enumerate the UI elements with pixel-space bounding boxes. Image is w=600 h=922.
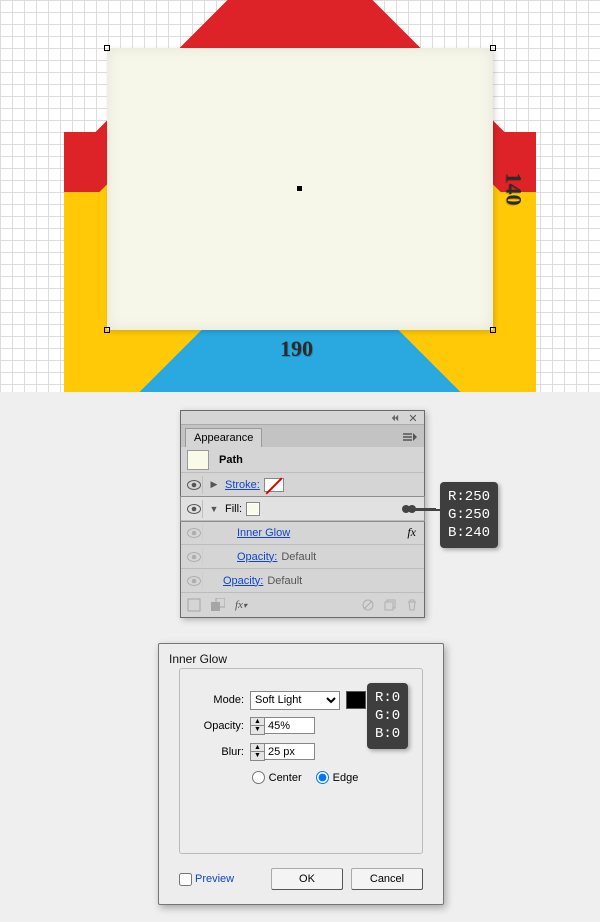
- stroke-fill-icon[interactable]: [211, 598, 225, 612]
- selection-handle-bl[interactable]: [104, 327, 110, 333]
- mode-select[interactable]: Soft Light: [250, 691, 340, 710]
- fx-indicator[interactable]: fx: [407, 525, 416, 540]
- fill-row[interactable]: ▼ Fill:: [181, 497, 424, 521]
- rgb-b: B:0: [375, 725, 400, 743]
- effect-row[interactable]: Inner Glow fx: [181, 521, 424, 545]
- glow-rgb-callout: R:0 G:0 B:0: [367, 683, 408, 749]
- opacity-label: Opacity:: [188, 720, 250, 732]
- stroke-row[interactable]: ▶ Stroke:: [181, 473, 424, 497]
- appearance-rows: Path ▶ Stroke: ▼ Fill: Inner Glow fx: [181, 447, 424, 593]
- clear-icon[interactable]: [362, 599, 374, 611]
- rgb-r: R:0: [375, 689, 400, 707]
- panel-footer: fx▾: [181, 593, 424, 617]
- rgb-g: G:250: [448, 506, 490, 524]
- opacity-input[interactable]: [265, 717, 315, 734]
- selection-handle-tl[interactable]: [104, 45, 110, 51]
- opacity-value: Default: [281, 551, 316, 563]
- stroke-swatch[interactable]: [264, 478, 284, 492]
- opacity-spinner[interactable]: ▲▼: [250, 717, 265, 735]
- effect-label[interactable]: Inner Glow: [237, 527, 290, 539]
- fill-label: Fill:: [225, 503, 242, 515]
- visibility-icon[interactable]: [185, 548, 203, 566]
- object-row[interactable]: Path: [181, 447, 424, 473]
- selection-center[interactable]: [297, 186, 302, 191]
- center-radio[interactable]: Center: [252, 771, 302, 784]
- visibility-icon[interactable]: [185, 500, 203, 518]
- collapse-icon[interactable]: ▼: [209, 504, 219, 514]
- rgb-b: B:240: [448, 524, 490, 542]
- appearance-tab[interactable]: Appearance: [185, 428, 262, 447]
- rgb-r: R:250: [448, 488, 490, 506]
- object-opacity-row[interactable]: Opacity: Default: [181, 569, 424, 593]
- panels-area: ✕ Appearance Path ▶ Stroke: ▼ Fill:: [0, 392, 600, 922]
- callout-connector: [406, 509, 442, 511]
- selection-handle-br[interactable]: [490, 327, 496, 333]
- visibility-icon[interactable]: [185, 572, 203, 590]
- callout-connector-dot: [402, 505, 410, 513]
- expand-icon[interactable]: ▶: [209, 480, 219, 490]
- fx-menu[interactable]: fx▾: [235, 599, 247, 611]
- rgb-g: G:0: [375, 707, 400, 725]
- edge-radio[interactable]: Edge: [316, 771, 359, 784]
- dimension-height-label: 140: [501, 173, 527, 206]
- panel-menu-icon[interactable]: [400, 429, 420, 447]
- close-icon[interactable]: ✕: [406, 411, 420, 425]
- fill-rgb-callout: R:250 G:250 B:240: [440, 482, 498, 548]
- dialog-title: Inner Glow: [159, 644, 443, 670]
- opacity-label[interactable]: Opacity:: [223, 575, 263, 587]
- blur-input[interactable]: [265, 743, 315, 760]
- ok-button[interactable]: OK: [271, 868, 343, 890]
- origin-radios: Center Edge: [188, 771, 422, 784]
- dimension-width-label: 190: [280, 336, 313, 362]
- mode-label: Mode:: [188, 694, 250, 706]
- illustrator-canvas: 190 140: [0, 0, 600, 392]
- selection-handle-tr[interactable]: [490, 45, 496, 51]
- glow-color-chip[interactable]: [346, 691, 366, 709]
- opacity-label[interactable]: Opacity:: [237, 551, 277, 563]
- stroke-label[interactable]: Stroke:: [225, 479, 260, 491]
- object-type-label: Path: [219, 454, 243, 466]
- blur-spinner[interactable]: ▲▼: [250, 743, 265, 761]
- tab-row: Appearance: [181, 425, 424, 447]
- visibility-icon[interactable]: [185, 476, 203, 494]
- preview-checkbox[interactable]: Preview: [179, 873, 234, 886]
- panel-topbar: ✕: [181, 411, 424, 425]
- appearance-panel: ✕ Appearance Path ▶ Stroke: ▼ Fill:: [180, 410, 425, 618]
- object-thumbnail: [187, 450, 209, 470]
- trash-icon[interactable]: [406, 599, 418, 611]
- blur-label: Blur:: [188, 746, 250, 758]
- new-art-icon[interactable]: [187, 598, 201, 612]
- visibility-icon[interactable]: [185, 524, 203, 542]
- cancel-button[interactable]: Cancel: [351, 868, 423, 890]
- fill-opacity-row[interactable]: Opacity: Default: [181, 545, 424, 569]
- fill-swatch[interactable]: [246, 502, 260, 516]
- opacity-value: Default: [267, 575, 302, 587]
- duplicate-icon[interactable]: [384, 599, 396, 611]
- collapse-icon[interactable]: [388, 411, 402, 425]
- dialog-button-row: Preview OK Cancel: [179, 868, 423, 890]
